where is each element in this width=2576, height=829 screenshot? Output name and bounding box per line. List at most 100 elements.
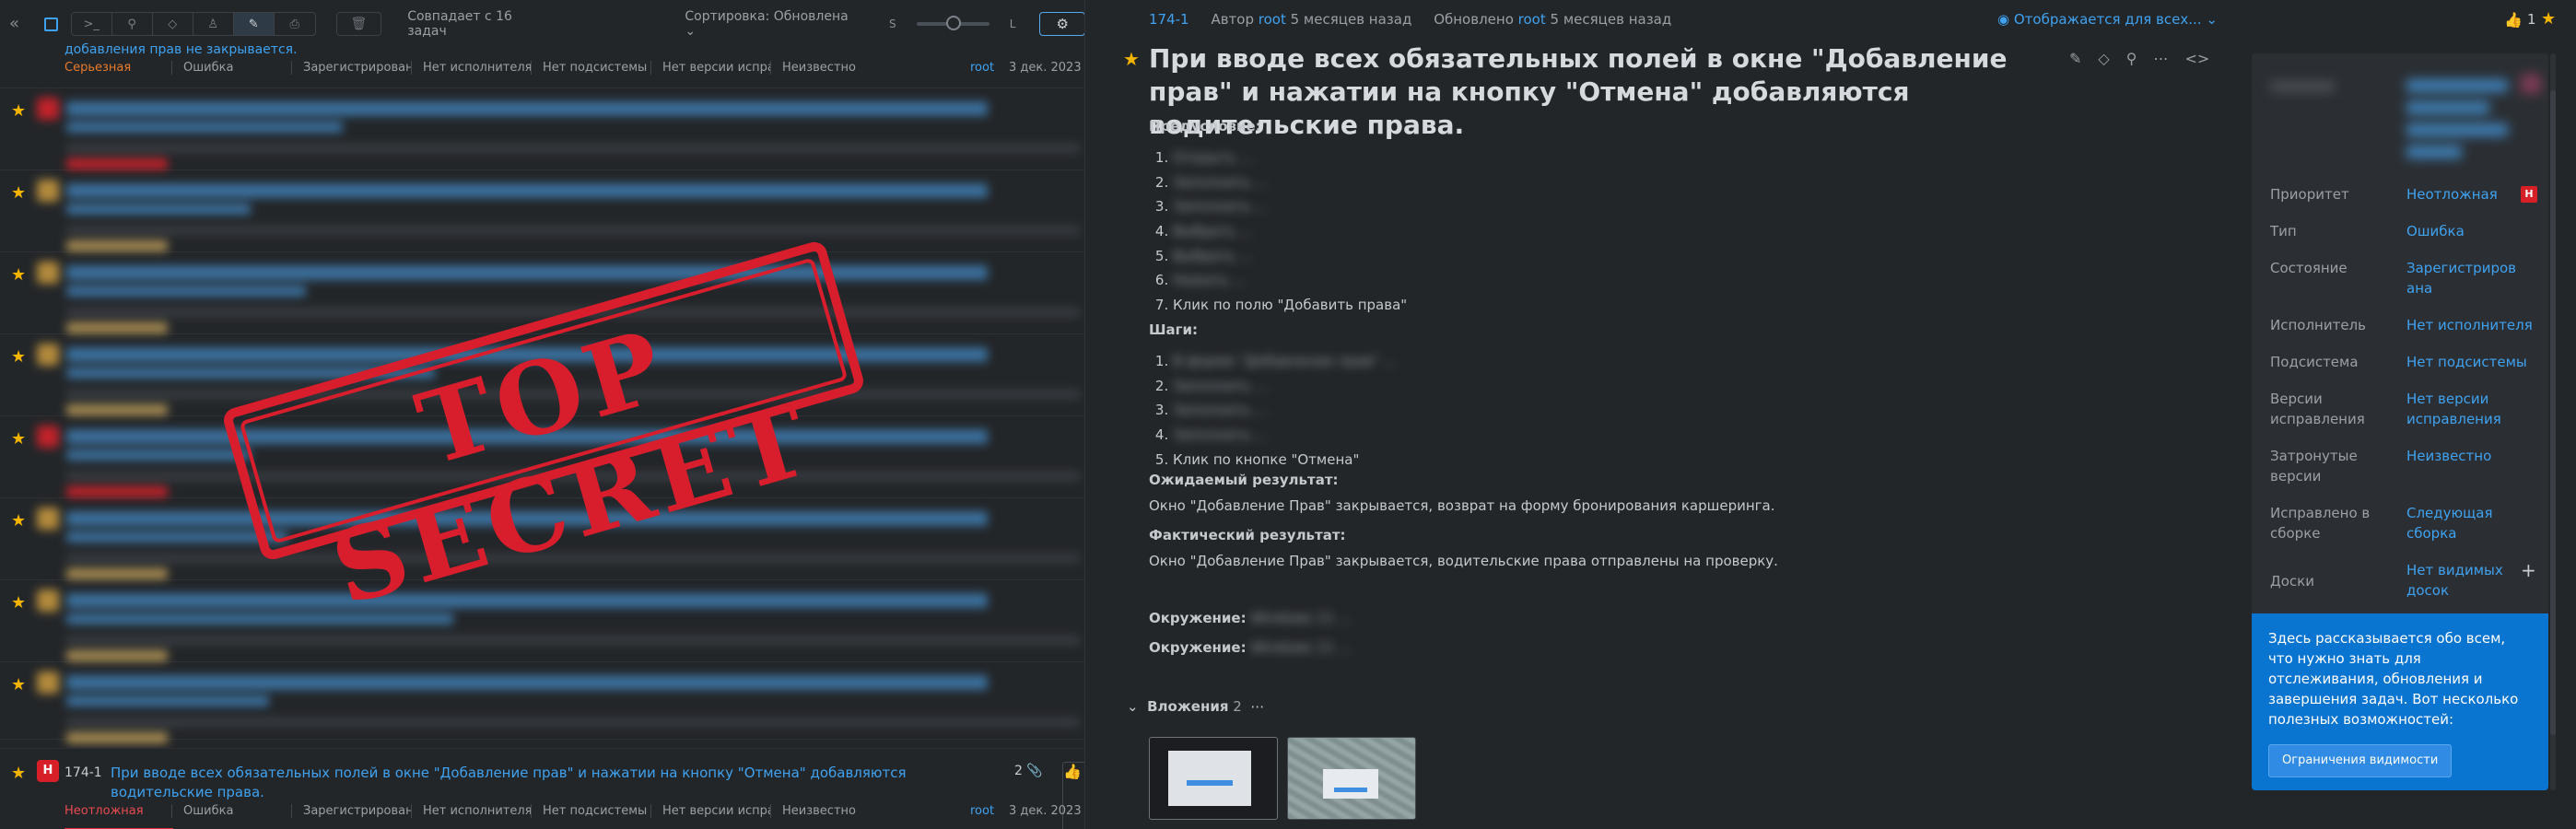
list-item[interactable]: ★ xyxy=(0,88,1084,170)
attachments-count: 2 xyxy=(1233,698,1242,715)
star-icon[interactable]: ★ xyxy=(11,183,26,203)
field-value[interactable]: Неотложная xyxy=(2406,184,2521,204)
attachment-thumbnail[interactable] xyxy=(1287,737,1416,820)
field-value[interactable]: Нет видимых досок xyxy=(2406,560,2521,601)
sort-label: Сортировка: Обновлена xyxy=(685,9,849,24)
field-value[interactable]: Нет подсистемы xyxy=(2406,352,2535,372)
star-icon[interactable]: ★ xyxy=(11,675,26,695)
issue-key-link[interactable]: 174-1 xyxy=(1149,11,1189,28)
star-icon[interactable]: ★ xyxy=(2541,9,2556,29)
slider-knob[interactable] xyxy=(945,16,961,30)
field-label: Исправлено в сборке xyxy=(2270,505,2371,542)
star-icon[interactable]: ★ xyxy=(11,347,26,367)
updated-by-link[interactable]: root xyxy=(1518,11,1546,28)
precondition-step-text: Нажать ... xyxy=(1173,272,1247,289)
visibility-dropdown[interactable]: ◉ Отображается для всех... ⌄ xyxy=(1997,11,2218,28)
priority-badge: H xyxy=(37,760,59,782)
star-icon[interactable]: ★ xyxy=(11,101,26,121)
star-icon[interactable]: ★ xyxy=(11,511,26,531)
environment-value: Windows 11 ... xyxy=(1250,639,1352,657)
list-item[interactable]: ★ xyxy=(0,580,1084,662)
tag-icon[interactable]: ◇ xyxy=(153,13,193,35)
list-item[interactable]: добавления прав не закрывается. Серьезна… xyxy=(0,42,1084,88)
thumbs-up-icon[interactable]: 👍 xyxy=(2504,11,2523,29)
more-icon[interactable]: ⋯ xyxy=(2153,50,2168,67)
precondition-step: Клик по полю "Добавить права" xyxy=(1173,293,2162,318)
star-icon[interactable]: ★ xyxy=(11,265,26,285)
actual-heading: Фактический результат: xyxy=(1149,527,1346,544)
delete-icon[interactable]: 🗑 xyxy=(335,12,382,36)
star-icon[interactable]: ★ xyxy=(11,593,26,613)
list-item-title[interactable]: добавления прав не закрывается. xyxy=(64,42,298,57)
step: Заполнить ... xyxy=(1173,398,2162,423)
help-info-text: Здесь рассказывается обо всем, что нужно… xyxy=(2268,630,2519,728)
code-icon[interactable]: <> xyxy=(2184,50,2209,67)
author-prefix: Автор xyxy=(1211,11,1254,28)
star-icon[interactable]: ★ xyxy=(11,429,26,449)
precondition-step: Выбрать ... xyxy=(1173,219,2162,244)
assignee-icon[interactable]: ♙ xyxy=(193,13,234,35)
step: Клик по кнопке "Отмена" xyxy=(1173,448,2162,473)
more-icon[interactable]: ⋯ xyxy=(1250,698,1264,715)
command-icon[interactable]: >_ xyxy=(72,13,112,35)
attachments-label: Вложения xyxy=(1147,698,1229,715)
field-value[interactable]: Следующая сборка xyxy=(2406,503,2521,543)
plus-icon[interactable]: + xyxy=(2521,560,2536,580)
sort-dropdown[interactable]: Сортировка: Обновлена ⌄ xyxy=(685,9,861,39)
sidebar-scrollbar[interactable] xyxy=(2550,53,2556,790)
thumbs-up-icon[interactable]: 👍 xyxy=(1062,762,1084,829)
attachments-header[interactable]: ⌄ Вложения 2 ⋯ xyxy=(1127,698,1264,715)
field-assignee: Нет исполнителя xyxy=(411,804,533,818)
environment-label: Окружение: xyxy=(1149,610,1247,627)
list-item-title[interactable]: При вводе всех обязательных полей в окне… xyxy=(111,764,986,802)
edit-icon[interactable]: ✎ xyxy=(233,13,275,35)
list-item[interactable]: ★ xyxy=(0,170,1084,252)
list-item-author[interactable]: root xyxy=(970,804,994,818)
precondition-step: Заполнить ... xyxy=(1173,170,2162,195)
field-value[interactable]: Неизвестно xyxy=(2406,446,2521,466)
field-type: Ошибка xyxy=(171,61,291,75)
step-text: Заполнить ... xyxy=(1173,377,1269,394)
list-item-selected[interactable]: ★ H 174-1 При вводе всех обязательных по… xyxy=(0,748,1084,829)
field-label: Исполнитель xyxy=(2270,317,2366,333)
thumbnail-button-image xyxy=(1334,788,1367,792)
field-state: Зарегистрирован xyxy=(291,804,411,818)
author-link[interactable]: root xyxy=(1259,11,1286,28)
field-value[interactable]: Нет версии исправления xyxy=(2406,389,2521,429)
field-fix-version: Нет версии испра xyxy=(650,61,770,75)
field-value[interactable]: Зарегистрирована xyxy=(2406,258,2521,298)
field-value[interactable]: Ошибка xyxy=(2406,221,2521,241)
field-affected: Неизвестно xyxy=(770,61,867,75)
collapse-icon[interactable]: « xyxy=(9,15,28,33)
step-text: В форме "Добавление прав" ... xyxy=(1173,352,1397,369)
field-state: Зарегистрирован xyxy=(291,61,411,75)
thumbnail-dialog-image xyxy=(1168,751,1251,806)
size-slider[interactable] xyxy=(916,16,989,30)
field-subsystem: Нет подсистемы xyxy=(531,804,650,818)
edit-icon[interactable]: ✎ xyxy=(2069,50,2081,67)
field-subsystem: Нет подсистемы xyxy=(531,61,650,75)
select-all-checkbox[interactable] xyxy=(43,17,58,31)
list-item-author[interactable]: root xyxy=(970,61,994,75)
link-icon[interactable]: ⚲ xyxy=(2126,50,2137,67)
sidebar-top: 👍 1 ★ xyxy=(2246,9,2576,33)
list-item-fields: Серьезная Ошибка Зарегистрирован Нет исп… xyxy=(64,61,867,75)
star-icon[interactable]: ★ xyxy=(1123,48,1140,70)
expected-heading: Ожидаемый результат: xyxy=(1149,472,1339,489)
link-icon[interactable]: ⚲ xyxy=(112,13,153,35)
issue-meta: 174-1 Автор root 5 месяцев назад Обновле… xyxy=(1149,11,1671,28)
tag-icon[interactable]: ◇ xyxy=(2098,50,2109,67)
field-value[interactable]: Нет исполнителя xyxy=(2406,315,2535,335)
field-fix-version: Нет версии испра xyxy=(650,804,770,818)
settings-button[interactable]: ⚙ xyxy=(1039,12,1084,36)
scrollbar-thumb[interactable] xyxy=(2550,90,2556,735)
size-large-label: L xyxy=(1009,18,1016,30)
star-icon[interactable]: ★ xyxy=(11,764,26,783)
list-item-date: 3 дек. 2023 xyxy=(1009,61,1082,75)
print-icon[interactable]: ⎙ xyxy=(275,13,315,35)
attachment-thumbnail[interactable] xyxy=(1149,737,1278,820)
visibility-restrictions-button[interactable]: Ограничения видимости xyxy=(2268,744,2453,777)
list-item[interactable]: ★ xyxy=(0,662,1084,743)
step: Заполнить ... xyxy=(1173,374,2162,399)
created-time: 5 месяцев назад xyxy=(1290,11,1412,28)
